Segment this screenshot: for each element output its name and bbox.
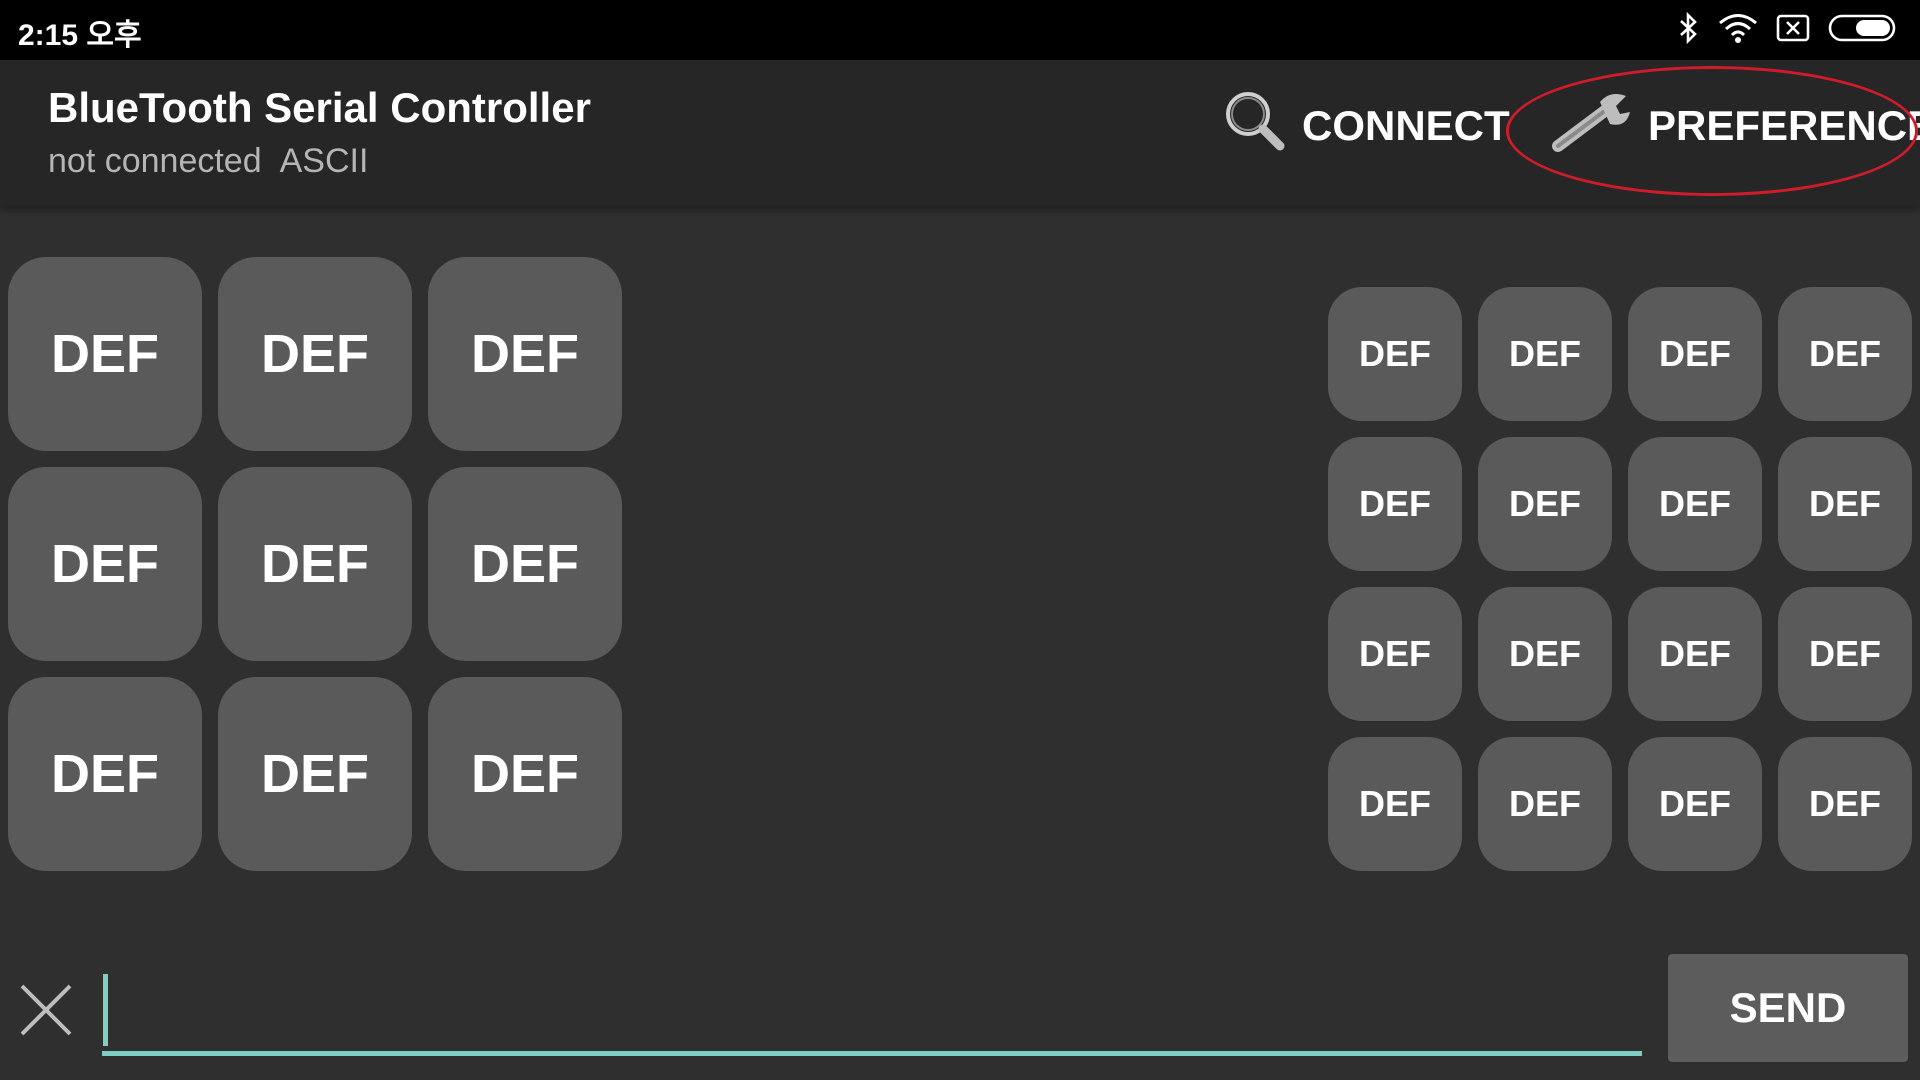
connect-label: CONNECT — [1302, 102, 1510, 149]
preference-label: PREFERENCE — [1648, 102, 1920, 149]
preference-button[interactable]: PREFERENCE — [1550, 94, 1920, 156]
search-icon — [1222, 88, 1288, 164]
pad-button-left-5[interactable]: DEF — [218, 467, 412, 661]
pad-button-right-14[interactable]: DEF — [1478, 737, 1612, 871]
pad-button-left-1[interactable]: DEF — [8, 257, 202, 451]
pad-button-right-4[interactable]: DEF — [1778, 287, 1912, 421]
pad-button-left-3[interactable]: DEF — [428, 257, 622, 451]
pad-button-right-13[interactable]: DEF — [1328, 737, 1462, 871]
pad-button-right-3[interactable]: DEF — [1628, 287, 1762, 421]
send-button[interactable]: SEND — [1668, 954, 1908, 1062]
app-bar: BlueTooth Serial Controller not connecte… — [0, 60, 1920, 206]
connection-status: not connected — [48, 142, 262, 180]
close-icon — [16, 984, 76, 1044]
pad-button-left-8[interactable]: DEF — [218, 677, 412, 871]
notification-x-icon — [1776, 14, 1810, 47]
pad-button-right-8[interactable]: DEF — [1778, 437, 1912, 571]
app-subtitle: not connected ASCII — [48, 142, 368, 181]
pad-button-right-10[interactable]: DEF — [1478, 587, 1612, 721]
wrench-icon — [1550, 88, 1634, 164]
text-cursor — [103, 974, 108, 1046]
message-input[interactable] — [102, 970, 1642, 1056]
pad-button-left-7[interactable]: DEF — [8, 677, 202, 871]
pad-button-right-5[interactable]: DEF — [1328, 437, 1462, 571]
pad-button-right-16[interactable]: DEF — [1778, 737, 1912, 871]
pad-button-left-2[interactable]: DEF — [218, 257, 412, 451]
pad-button-right-6[interactable]: DEF — [1478, 437, 1612, 571]
pad-button-right-12[interactable]: DEF — [1778, 587, 1912, 721]
pad-button-left-9[interactable]: DEF — [428, 677, 622, 871]
status-bar: 2:15 오후 — [0, 0, 1920, 60]
status-time: 2:15 오후 — [18, 19, 142, 52]
app-title: BlueTooth Serial Controller — [48, 84, 591, 131]
clear-input-button[interactable] — [16, 980, 76, 1040]
pad-button-right-2[interactable]: DEF — [1478, 287, 1612, 421]
pad-button-left-6[interactable]: DEF — [428, 467, 622, 661]
pad-button-left-4[interactable]: DEF — [8, 467, 202, 661]
battery-icon — [1828, 13, 1900, 48]
pad-button-right-9[interactable]: DEF — [1328, 587, 1462, 721]
pad-button-right-1[interactable]: DEF — [1328, 287, 1462, 421]
pad-button-right-7[interactable]: DEF — [1628, 437, 1762, 571]
bluetooth-icon — [1678, 11, 1700, 49]
mode-label: ASCII — [279, 142, 369, 180]
wifi-icon — [1718, 12, 1758, 49]
status-icons — [1678, 11, 1900, 49]
pad-button-right-11[interactable]: DEF — [1628, 587, 1762, 721]
pad-button-right-15[interactable]: DEF — [1628, 737, 1762, 871]
connect-button[interactable]: CONNECT — [1222, 92, 1510, 156]
